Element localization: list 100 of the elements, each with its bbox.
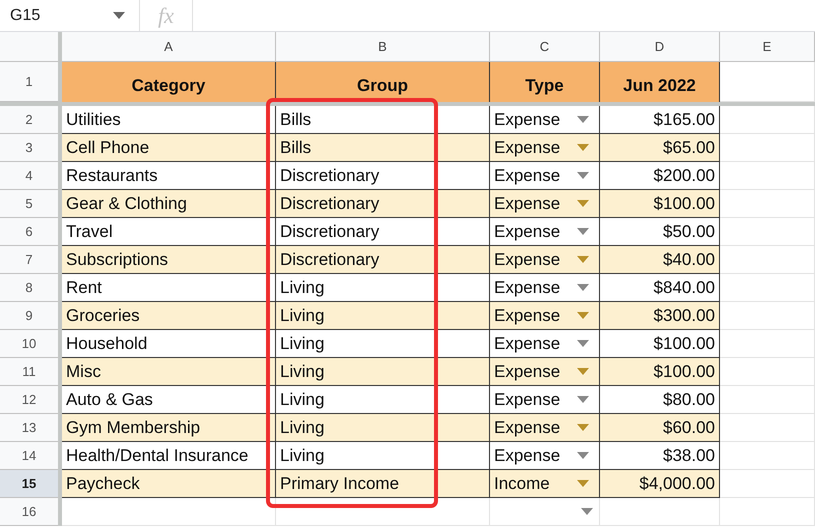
dropdown-arrow-icon[interactable]: [577, 480, 589, 487]
dropdown-arrow-icon[interactable]: [581, 508, 593, 515]
type-value: Expense: [494, 418, 560, 438]
dropdown-cell[interactable]: Income: [490, 470, 600, 498]
dropdown-cell[interactable]: Expense: [490, 330, 600, 358]
dropdown-arrow-icon[interactable]: [577, 284, 589, 291]
table-cell: $80.00: [600, 386, 720, 414]
table-cell: Restaurants: [62, 162, 276, 190]
dropdown-cell[interactable]: Expense: [490, 134, 600, 162]
row-header[interactable]: 14: [0, 442, 58, 470]
dropdown-arrow-icon[interactable]: [577, 200, 589, 207]
table-cell: Living: [276, 274, 490, 302]
header-cell: Group: [276, 62, 490, 102]
table-cell: $300.00: [600, 302, 720, 330]
dropdown-cell[interactable]: Expense: [490, 386, 600, 414]
dropdown-cell[interactable]: Expense: [490, 442, 600, 470]
dropdown-arrow-icon[interactable]: [577, 256, 589, 263]
dropdown-cell[interactable]: Expense: [490, 302, 600, 330]
table-cell: $100.00: [600, 330, 720, 358]
table-cell: Living: [276, 330, 490, 358]
table-cell: Discretionary: [276, 162, 490, 190]
row-header[interactable]: 5: [0, 190, 58, 218]
table-cell: $40.00: [600, 246, 720, 274]
table-cell: Bills: [276, 134, 490, 162]
row-header[interactable]: 10: [0, 330, 58, 358]
row-header[interactable]: 12: [0, 386, 58, 414]
table-cell: $38.00: [600, 442, 720, 470]
table-cell: Primary Income: [276, 470, 490, 498]
row-header[interactable]: 13: [0, 414, 58, 442]
dropdown-arrow-icon[interactable]: [577, 424, 589, 431]
column-header[interactable]: C: [490, 32, 600, 62]
type-value: Expense: [494, 362, 560, 382]
dropdown-arrow-icon[interactable]: [577, 228, 589, 235]
column-header[interactable]: E: [720, 32, 815, 62]
dropdown-arrow-icon[interactable]: [577, 172, 589, 179]
dropdown-cell[interactable]: Expense: [490, 190, 600, 218]
type-value: Expense: [494, 166, 560, 186]
table-cell: Gear & Clothing: [62, 190, 276, 218]
table-cell: Living: [276, 386, 490, 414]
type-value: Expense: [494, 110, 560, 130]
row-header[interactable]: 1: [0, 62, 58, 102]
row-header[interactable]: 11: [0, 358, 58, 386]
table-cell: $65.00: [600, 134, 720, 162]
row-header[interactable]: 15: [0, 470, 58, 498]
type-value: Expense: [494, 138, 560, 158]
fx-label: fx: [140, 0, 193, 31]
type-value: Expense: [494, 250, 560, 270]
column-header[interactable]: D: [600, 32, 720, 62]
table-cell: $50.00: [600, 218, 720, 246]
table-cell: Paycheck: [62, 470, 276, 498]
type-value: Income: [494, 474, 550, 494]
row-header[interactable]: 3: [0, 134, 58, 162]
name-box[interactable]: G15: [0, 0, 140, 31]
table-cell: Utilities: [62, 106, 276, 134]
table-cell: Living: [276, 358, 490, 386]
dropdown-arrow-icon[interactable]: [113, 12, 125, 19]
table-cell: Subscriptions: [62, 246, 276, 274]
dropdown-cell[interactable]: Expense: [490, 106, 600, 134]
table-cell: Living: [276, 414, 490, 442]
table-cell: Gym Membership: [62, 414, 276, 442]
dropdown-arrow-icon[interactable]: [577, 396, 589, 403]
dropdown-cell[interactable]: [490, 498, 600, 526]
dropdown-cell[interactable]: Expense: [490, 414, 600, 442]
dropdown-arrow-icon[interactable]: [577, 340, 589, 347]
type-value: Expense: [494, 390, 560, 410]
table-cell: Travel: [62, 218, 276, 246]
dropdown-arrow-icon[interactable]: [577, 368, 589, 375]
column-header[interactable]: A: [62, 32, 276, 62]
dropdown-arrow-icon[interactable]: [577, 144, 589, 151]
row-header[interactable]: 2: [0, 106, 58, 134]
table-cell: $100.00: [600, 358, 720, 386]
dropdown-cell[interactable]: Expense: [490, 218, 600, 246]
table-cell: $4,000.00: [600, 470, 720, 498]
type-value: Expense: [494, 334, 560, 354]
table-cell: Household: [62, 330, 276, 358]
type-value: Expense: [494, 278, 560, 298]
dropdown-cell[interactable]: Expense: [490, 274, 600, 302]
row-header[interactable]: 8: [0, 274, 58, 302]
type-value: Expense: [494, 446, 560, 466]
table-cell: Bills: [276, 106, 490, 134]
table-cell: Misc: [62, 358, 276, 386]
type-value: Expense: [494, 194, 560, 214]
table-cell: Living: [276, 302, 490, 330]
table-cell: Auto & Gas: [62, 386, 276, 414]
column-header[interactable]: B: [276, 32, 490, 62]
dropdown-cell[interactable]: Expense: [490, 358, 600, 386]
cell-reference: G15: [10, 6, 40, 24]
header-cell: Jun 2022: [600, 62, 720, 102]
row-header[interactable]: 4: [0, 162, 58, 190]
row-header[interactable]: 6: [0, 218, 58, 246]
dropdown-arrow-icon[interactable]: [577, 312, 589, 319]
table-cell: Discretionary: [276, 218, 490, 246]
dropdown-arrow-icon[interactable]: [577, 452, 589, 459]
row-header[interactable]: 7: [0, 246, 58, 274]
dropdown-cell[interactable]: Expense: [490, 162, 600, 190]
table-cell: $840.00: [600, 274, 720, 302]
row-header[interactable]: 9: [0, 302, 58, 330]
row-header[interactable]: 16: [0, 498, 58, 526]
dropdown-cell[interactable]: Expense: [490, 246, 600, 274]
dropdown-arrow-icon[interactable]: [577, 116, 589, 123]
